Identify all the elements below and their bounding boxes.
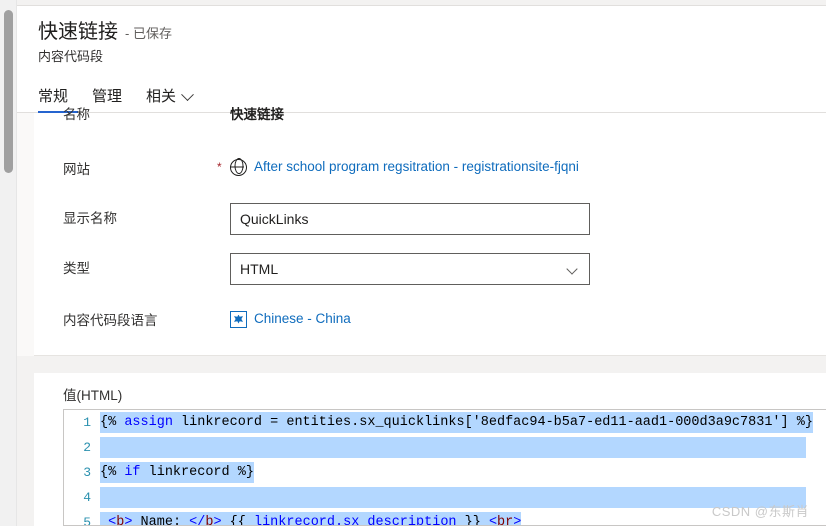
value-language[interactable]: Chinese - China (230, 310, 351, 328)
line-number: 1 (83, 415, 91, 430)
field-row-website: 网站 * After school program regsitration -… (34, 155, 826, 185)
app-root: 快速链接 - 已保存 内容代码段 常规 管理 相关 网站 * After sch… (0, 0, 826, 526)
code-card: 值(HTML) 1 {% assign linkrecord = entitie… (34, 373, 826, 526)
label-website: 网站 (63, 162, 90, 177)
display-name-input[interactable] (230, 203, 590, 235)
field-row-name-clipped: 名称 快速链接 (34, 107, 826, 121)
code-line[interactable]: 3 {% if linkrecord %} (64, 460, 826, 485)
page-scrollbar-thumb[interactable] (4, 10, 13, 173)
code-line-text[interactable] (100, 435, 806, 460)
line-number: 5 (83, 515, 91, 526)
entity-subtitle: 内容代码段 (38, 49, 104, 64)
tab-management[interactable]: 管理 (92, 87, 122, 107)
form-left-rail (17, 113, 34, 356)
code-line[interactable]: 1 {% assign linkrecord = entities.sx_qui… (64, 410, 826, 435)
watermark: CSDN @东斯肖 (711, 504, 809, 519)
value-name: 快速链接 (230, 107, 284, 121)
language-link[interactable]: Chinese - China (254, 310, 351, 328)
code-line-text[interactable]: {% if linkrecord %} (100, 460, 254, 485)
line-number: 2 (83, 440, 91, 455)
label-type: 类型 (63, 261, 90, 276)
label-language: 内容代码段语言 (63, 313, 158, 328)
chevron-down-icon (566, 263, 578, 275)
field-row-type: 类型 HTML (34, 253, 826, 285)
required-asterisk-website: * (217, 160, 222, 174)
line-number: 3 (83, 465, 91, 480)
value-display-name (230, 203, 590, 235)
code-line-text[interactable]: <b> Name: </b> {{ linkrecord.sx_descript… (100, 510, 522, 525)
field-row-display-name: 显示名称 (34, 203, 826, 235)
globe-icon (230, 158, 247, 176)
title-row: 快速链接 - 已保存 (38, 19, 172, 45)
tab-general[interactable]: 常规 (38, 87, 68, 107)
general-form-card: 网站 * After school program regsitration -… (34, 113, 826, 356)
code-line-text[interactable] (100, 485, 806, 510)
code-line-text[interactable]: {% assign linkrecord = entities.sx_quick… (100, 410, 813, 435)
code-line[interactable]: 2 (64, 435, 826, 460)
save-status: - 已保存 (125, 26, 172, 41)
chevron-down-icon (181, 87, 194, 101)
label-display-name: 显示名称 (63, 211, 117, 226)
value-type: HTML (230, 253, 590, 285)
code-editor-label: 值(HTML) (63, 388, 123, 403)
type-select[interactable]: HTML (230, 253, 590, 285)
tab-related[interactable]: 相关 (146, 87, 194, 107)
page-title: 快速链接 (38, 21, 118, 43)
language-icon (230, 310, 247, 328)
website-link[interactable]: After school program regsitration - regi… (254, 158, 579, 176)
field-row-language: 内容代码段语言 Chinese - China (34, 307, 826, 335)
tab-related-label: 相关 (146, 88, 177, 105)
type-select-value: HTML (240, 261, 279, 277)
line-number: 4 (83, 490, 91, 505)
record-header: 快速链接 - 已保存 内容代码段 常规 管理 相关 (17, 5, 826, 113)
value-website[interactable]: After school program regsitration - regi… (230, 158, 579, 176)
label-name: 名称 (63, 107, 90, 121)
page-scrollbar-track[interactable] (0, 0, 17, 526)
code-left-rail (17, 373, 34, 526)
